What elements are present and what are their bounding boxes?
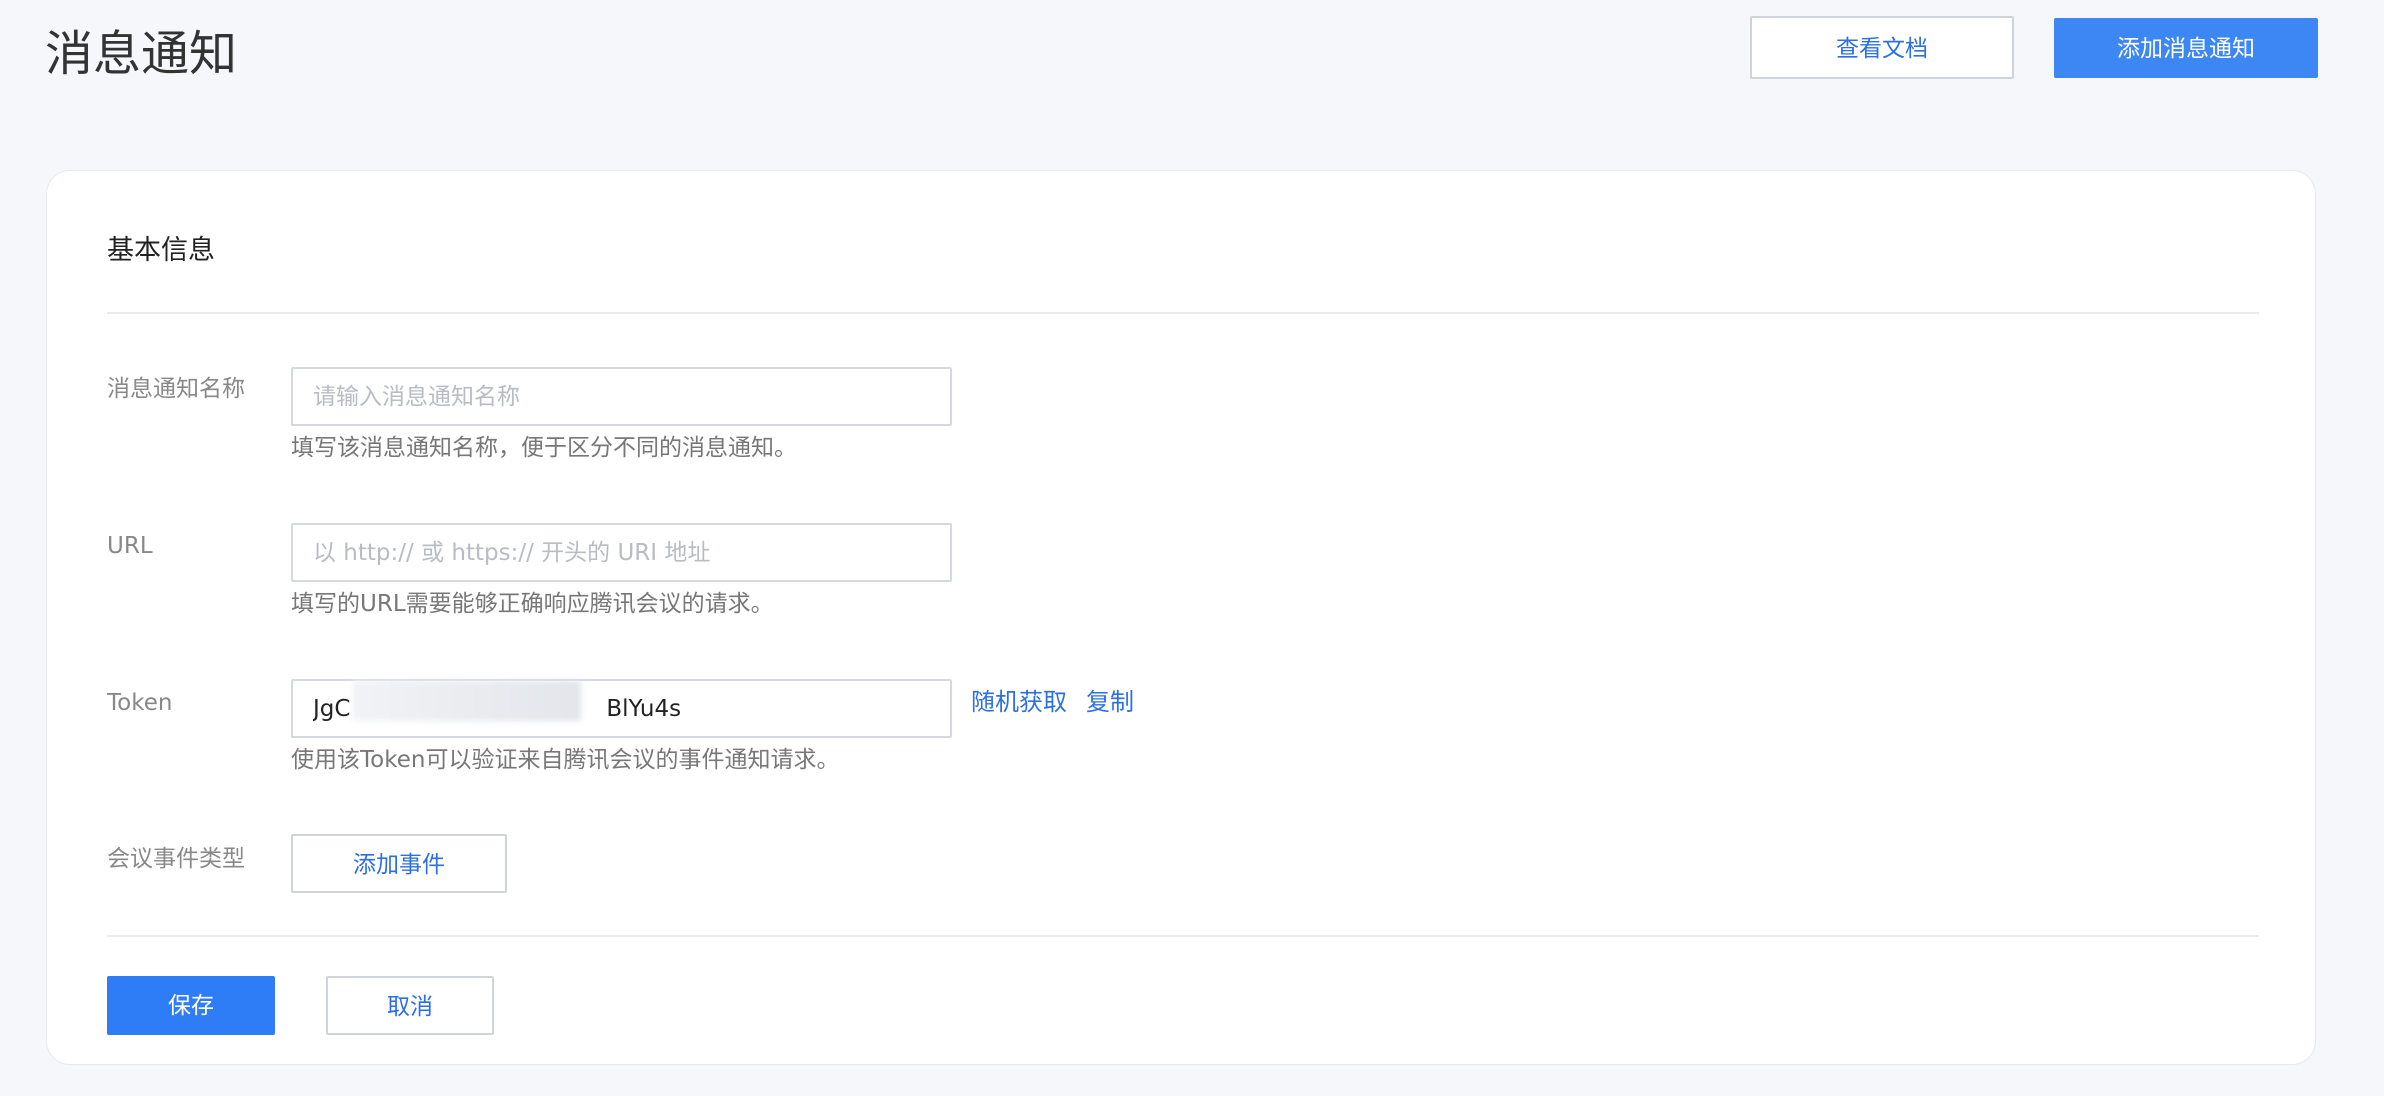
view-docs-button[interactable]: 查看文档 [1750,16,2014,79]
basic-info-card: 基本信息 消息通知名称 填写该消息通知名称，便于区分不同的消息通知。 URL 填… [46,170,2316,1065]
copy-token-link[interactable]: 复制 [1086,687,1134,717]
save-button[interactable]: 保存 [107,976,275,1035]
event-type-label: 会议事件类型 [107,846,245,872]
url-label: URL [107,533,153,559]
footer-divider [107,935,2259,937]
add-notification-button[interactable]: 添加消息通知 [2054,18,2318,78]
page-title: 消息通知 [45,26,238,82]
url-hint: 填写的URL需要能够正确响应腾讯会议的请求。 [291,591,774,617]
token-label: Token [107,690,173,716]
section-divider [107,312,2259,314]
token-hint: 使用该Token可以验证来自腾讯会议的事件通知请求。 [291,747,840,773]
token-redaction [353,681,581,721]
random-token-link[interactable]: 随机获取 [971,687,1067,717]
name-hint: 填写该消息通知名称，便于区分不同的消息通知。 [291,435,797,461]
url-input[interactable] [291,523,952,582]
cancel-button[interactable]: 取消 [326,976,494,1035]
add-event-button[interactable]: 添加事件 [291,834,507,893]
section-title: 基本信息 [107,235,215,266]
name-input[interactable] [291,367,952,426]
name-label: 消息通知名称 [107,376,245,402]
